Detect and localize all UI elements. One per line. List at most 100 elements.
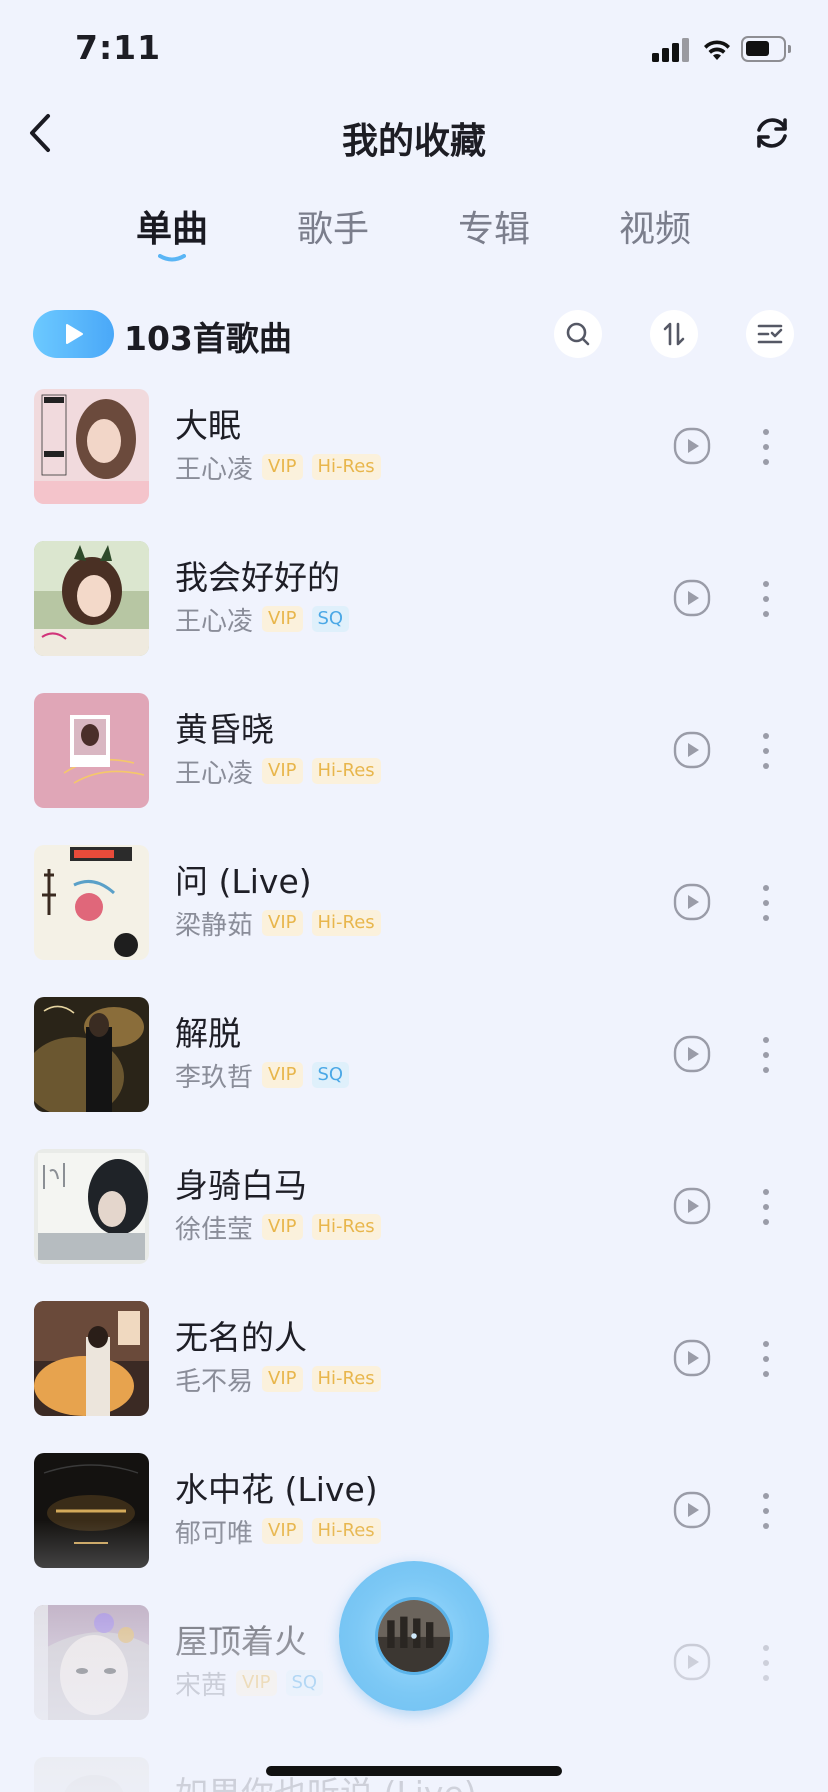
play-circle-icon[interactable] [673, 579, 711, 617]
play-circle-icon[interactable] [673, 1491, 711, 1529]
tab-albums[interactable]: 专辑 [458, 200, 530, 252]
sort-button[interactable] [650, 310, 698, 358]
batch-manage-button[interactable] [746, 310, 794, 358]
tab-songs[interactable]: 单曲 [136, 200, 208, 252]
more-button[interactable] [763, 581, 769, 617]
more-button[interactable] [763, 1645, 769, 1681]
hires-badge: Hi-Res [311, 454, 381, 480]
song-title: 无名的人 [175, 1318, 307, 1357]
play-circle-icon[interactable] [673, 1339, 711, 1377]
battery-icon [741, 36, 791, 62]
song-title: 问 (Live) [175, 862, 312, 901]
header: 我的收藏 [0, 100, 828, 166]
tab-bar: 单曲 歌手 专辑 视频 [0, 200, 828, 270]
song-row[interactable]: 我会好好的 王心凌 VIP SQ [0, 541, 828, 657]
play-circle-icon[interactable] [673, 427, 711, 465]
more-button[interactable] [763, 1189, 769, 1225]
artist-name[interactable]: 宋茜 [175, 1665, 227, 1702]
song-meta: 宋茜 VIP SQ [175, 1665, 332, 1702]
album-cover[interactable] [34, 1453, 149, 1568]
play-all-button[interactable] [33, 310, 114, 358]
artist-name[interactable]: 郁可唯 [175, 1513, 253, 1550]
album-cover[interactable] [34, 845, 149, 960]
song-meta: 李玖哲 VIP SQ [175, 1057, 358, 1094]
song-meta: 王心凌 VIP Hi-Res [175, 753, 390, 790]
more-button[interactable] [763, 1341, 769, 1377]
album-cover[interactable] [34, 1605, 149, 1720]
artist-name[interactable]: 梁静茹 [175, 905, 253, 942]
play-circle-icon[interactable] [673, 1187, 711, 1225]
song-row[interactable]: 无名的人 毛不易 VIP Hi-Res [0, 1301, 828, 1417]
list-toolbar: 103首歌曲 [0, 308, 828, 360]
more-button[interactable] [763, 733, 769, 769]
song-count: 103首歌曲 [124, 319, 292, 358]
song-row[interactable]: 黄昏晓 王心凌 VIP Hi-Res [0, 693, 828, 809]
play-circle-icon[interactable] [673, 731, 711, 769]
song-row[interactable]: 解脱 李玖哲 VIP SQ [0, 997, 828, 1113]
artist-name[interactable]: 李玖哲 [175, 1057, 253, 1094]
hires-badge: Hi-Res [311, 1518, 381, 1544]
album-cover[interactable] [34, 389, 149, 504]
vip-badge: VIP [262, 606, 303, 632]
song-meta: 王心凌 VIP SQ [175, 601, 358, 638]
song-row[interactable]: 水中花 (Live) 郁可唯 VIP Hi-Res [0, 1453, 828, 1569]
hires-badge: Hi-Res [311, 1366, 381, 1392]
status-time: 7:11 [75, 28, 162, 67]
more-button[interactable] [763, 885, 769, 921]
album-cover[interactable] [34, 1149, 149, 1264]
song-row[interactable]: 大眠 王心凌 VIP Hi-Res [0, 389, 828, 505]
tab-indicator [158, 254, 186, 262]
artist-name[interactable]: 徐佳莹 [175, 1209, 253, 1246]
hires-badge: Hi-Res [311, 1214, 381, 1240]
sq-badge: SQ [311, 606, 350, 632]
refresh-icon [757, 118, 787, 148]
tab-artists[interactable]: 歌手 [297, 200, 369, 252]
song-title: 黄昏晓 [175, 710, 274, 749]
wifi-icon [704, 40, 730, 60]
song-title: 大眠 [175, 406, 241, 445]
song-title: 水中花 (Live) [175, 1470, 378, 1509]
more-button[interactable] [763, 1037, 769, 1073]
now-playing-cover [375, 1597, 453, 1675]
refresh-button[interactable] [752, 110, 792, 156]
song-row[interactable]: 问 (Live) 梁静茹 VIP Hi-Res [0, 845, 828, 961]
album-cover[interactable] [34, 1301, 149, 1416]
page-title: 我的收藏 [341, 121, 486, 162]
play-circle-icon[interactable] [673, 883, 711, 921]
artist-name[interactable]: 王心凌 [175, 601, 253, 638]
more-button[interactable] [763, 429, 769, 465]
song-title: 解脱 [175, 1014, 241, 1053]
album-cover[interactable] [34, 997, 149, 1112]
album-cover[interactable] [34, 693, 149, 808]
vip-badge: VIP [262, 1518, 303, 1544]
album-cover[interactable] [34, 541, 149, 656]
status-bar: 7:11 [0, 0, 828, 100]
sort-icon [663, 322, 685, 346]
play-circle-icon[interactable] [673, 1035, 711, 1073]
search-button[interactable] [554, 310, 602, 358]
song-row[interactable]: 身骑白马 徐佳莹 VIP Hi-Res [0, 1149, 828, 1265]
mini-player-disc[interactable] [339, 1561, 489, 1711]
vip-badge: VIP [236, 1670, 277, 1696]
play-icon [65, 324, 83, 344]
search-icon [566, 322, 590, 346]
artist-name[interactable]: 毛不易 [175, 1361, 253, 1398]
song-meta: 郁可唯 VIP Hi-Res [175, 1513, 390, 1550]
artist-name[interactable]: 王心凌 [175, 753, 253, 790]
vip-badge: VIP [262, 910, 303, 936]
more-button[interactable] [763, 1493, 769, 1529]
vip-badge: VIP [262, 1366, 303, 1392]
play-circle-icon[interactable] [673, 1643, 711, 1681]
artist-name[interactable]: 王心凌 [175, 449, 253, 486]
song-title: 我会好好的 [175, 558, 340, 597]
song-meta: 毛不易 VIP Hi-Res [175, 1361, 390, 1398]
sq-badge: SQ [311, 1062, 350, 1088]
album-cover[interactable] [34, 1757, 149, 1792]
hires-badge: Hi-Res [311, 758, 381, 784]
song-title: 身骑白马 [175, 1166, 307, 1205]
hires-badge: Hi-Res [311, 910, 381, 936]
tab-videos[interactable]: 视频 [619, 200, 691, 252]
favorites-page: 7:11 我的收藏 单曲 歌手 专辑 视频 103首歌曲 大眠 王心凌 VIP … [0, 0, 828, 1792]
song-meta: 徐佳莹 VIP Hi-Res [175, 1209, 390, 1246]
song-title: 屋顶着火 [175, 1622, 307, 1661]
